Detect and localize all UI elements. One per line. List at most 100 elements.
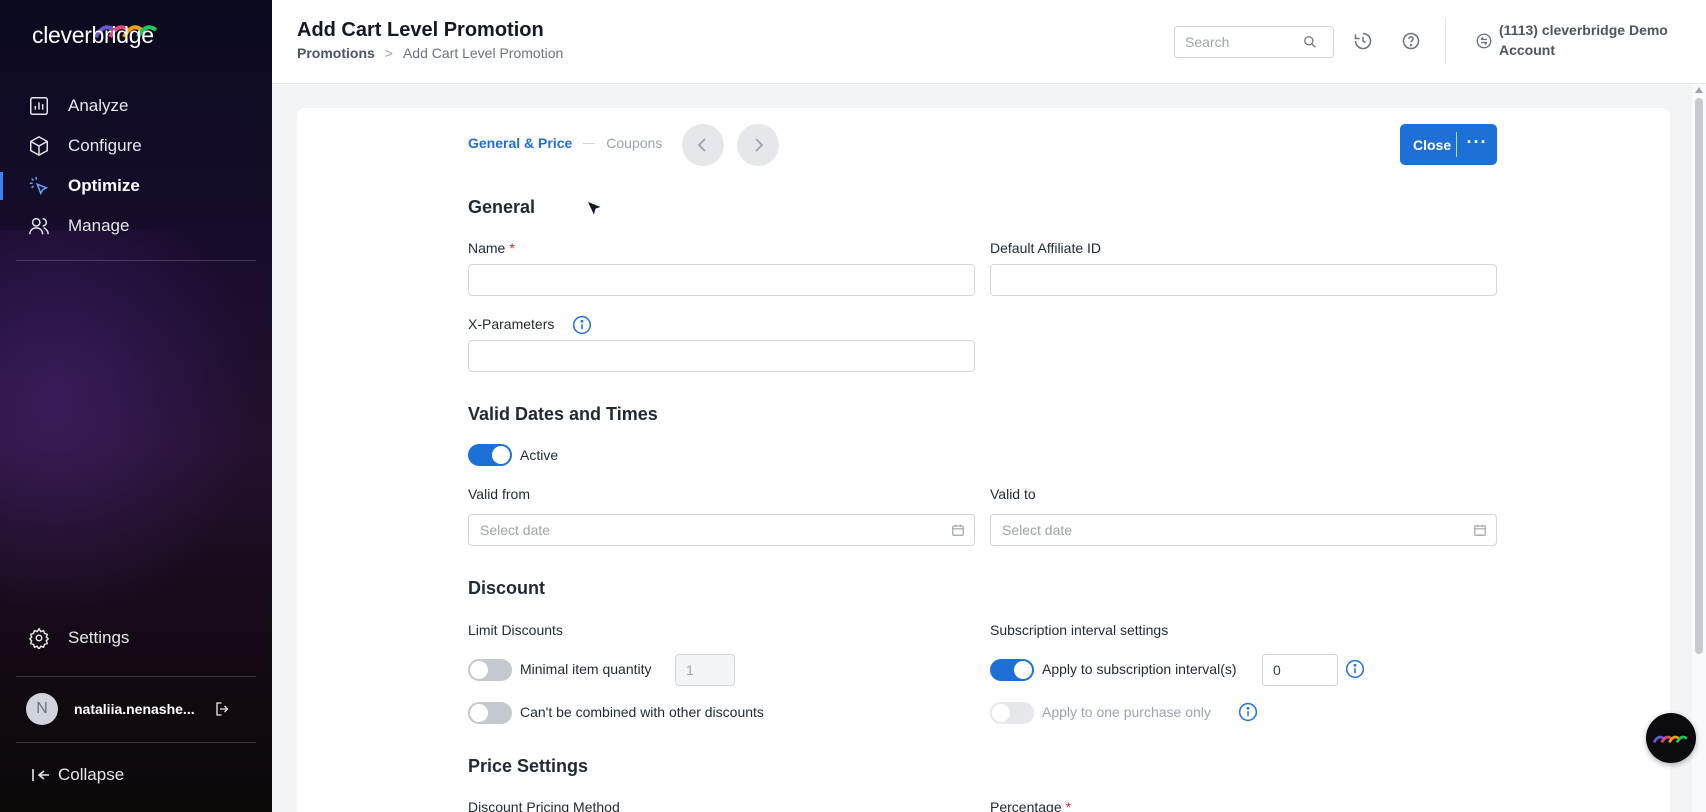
sidebar-item-label: Manage — [68, 216, 130, 235]
more-actions-button[interactable]: ··· — [1457, 133, 1497, 151]
users-icon — [29, 217, 49, 235]
pricing-method-label: Discount Pricing Method — [468, 799, 620, 812]
not-combined-toggle[interactable] — [468, 702, 512, 724]
account-switcher[interactable]: (1113) cleverbridge Demo Account — [1475, 20, 1679, 60]
brand-logo[interactable]: cleverbridge — [32, 22, 154, 49]
breadcrumb-current: Add Cart Level Promotion — [402, 45, 564, 61]
affiliate-field[interactable] — [990, 264, 1497, 296]
name-input[interactable] — [469, 265, 974, 295]
collapse-button[interactable]: Collapse — [32, 765, 124, 785]
page-scrollbar[interactable] — [1692, 84, 1706, 812]
breadcrumb-promotions-link[interactable]: Promotions — [297, 45, 375, 61]
sidebar-item-analyze[interactable]: Analyze — [0, 86, 272, 126]
name-label: Name * — [468, 240, 515, 256]
name-field[interactable] — [468, 264, 975, 296]
required-marker: * — [509, 240, 515, 256]
collapse-label: Collapse — [58, 765, 125, 784]
subscription-settings-label: Subscription interval settings — [990, 622, 1169, 638]
step-general-price[interactable]: General & Price — [468, 135, 572, 151]
valid-to-field[interactable] — [990, 514, 1497, 546]
xparams-label: X-Parameters — [468, 316, 555, 332]
prev-step-button[interactable] — [682, 124, 724, 166]
help-icon[interactable] — [1401, 31, 1421, 51]
collapse-arrow-icon — [32, 769, 49, 781]
limit-discounts-label: Limit Discounts — [468, 622, 563, 638]
percentage-label-text: Percentage — [990, 799, 1062, 812]
percentage-label: Percentage * — [990, 799, 1071, 812]
step-coupons[interactable]: Coupons — [606, 135, 662, 151]
toggle-knob — [992, 704, 1010, 722]
chevron-left-icon — [697, 138, 706, 152]
info-icon[interactable] — [1345, 659, 1365, 679]
sidebar-item-configure[interactable]: Configure — [0, 126, 272, 166]
section-title-price: Price Settings — [468, 756, 589, 776]
chart-icon — [30, 97, 48, 115]
history-icon[interactable] — [1353, 31, 1373, 51]
toggle-knob — [470, 661, 488, 679]
sidebar-divider — [16, 742, 256, 743]
breadcrumb: Promotions > Add Cart Level Promotion — [297, 45, 563, 61]
page-title: Add Cart Level Promotion — [297, 19, 544, 41]
affiliate-input[interactable] — [991, 265, 1496, 295]
close-split-button: Close ··· — [1400, 124, 1497, 165]
valid-from-label: Valid from — [468, 486, 530, 502]
sidebar-item-label: Settings — [68, 628, 130, 647]
assistant-chat-button[interactable] — [1646, 713, 1696, 763]
active-toggle[interactable] — [468, 444, 512, 466]
search-icon[interactable] — [1303, 35, 1317, 49]
search-box[interactable] — [1174, 26, 1334, 58]
sidebar-item-settings[interactable]: Settings — [0, 618, 272, 658]
sidebar-item-manage[interactable]: Manage — [0, 206, 272, 246]
wizard-steps: General & Price Coupons — [468, 135, 662, 151]
sidebar-divider — [16, 260, 256, 261]
apply-interval-toggle[interactable] — [990, 659, 1034, 681]
sparkle-cursor-icon — [29, 176, 49, 196]
valid-to-label: Valid to — [990, 486, 1036, 502]
scroll-thumb[interactable] — [1695, 98, 1703, 654]
header-divider — [1445, 18, 1446, 64]
sidebar-item-optimize[interactable]: Optimize — [0, 166, 272, 206]
valid-to-input[interactable] — [991, 515, 1496, 545]
section-title-discount: Discount — [468, 578, 546, 598]
step-separator — [583, 142, 596, 144]
min-qty-toggle[interactable] — [468, 659, 512, 681]
info-icon[interactable] — [572, 315, 592, 335]
min-qty-input[interactable]: 1 — [675, 654, 735, 686]
sidebar: cleverbridge Analyze Configure Optimize … — [0, 0, 272, 812]
xparams-input[interactable] — [469, 341, 974, 371]
mouse-cursor-icon — [586, 200, 604, 218]
search-input[interactable] — [1185, 34, 1303, 50]
cube-icon — [30, 135, 48, 157]
affiliate-label: Default Affiliate ID — [990, 240, 1102, 256]
user-profile[interactable]: N nataliia.nenashe... — [26, 693, 256, 725]
calendar-icon[interactable] — [951, 523, 965, 537]
active-label: Active — [520, 447, 559, 463]
page-header: Add Cart Level Promotion Promotions > Ad… — [272, 0, 1706, 84]
toggle-knob — [470, 704, 488, 722]
toggle-knob — [492, 446, 510, 464]
chevron-right-icon — [755, 138, 764, 152]
valid-from-field[interactable] — [468, 514, 975, 546]
breadcrumb-separator: > — [384, 45, 393, 61]
next-step-button[interactable] — [737, 124, 779, 166]
calendar-icon[interactable] — [1473, 523, 1487, 537]
user-name: nataliia.nenashe... — [74, 701, 195, 717]
section-title-dates: Valid Dates and Times — [468, 404, 658, 424]
apply-interval-input[interactable]: 0 — [1262, 654, 1338, 686]
xparams-field[interactable] — [468, 340, 975, 372]
valid-from-input[interactable] — [469, 515, 974, 545]
sidebar-item-label: Analyze — [68, 96, 129, 115]
one-purchase-label: Apply to one purchase only — [1042, 704, 1211, 720]
info-icon[interactable] — [1238, 702, 1258, 722]
not-combined-label: Can't be combined with other discounts — [520, 704, 764, 720]
toggle-knob — [1014, 661, 1032, 679]
gear-icon — [28, 627, 50, 649]
one-purchase-toggle[interactable] — [990, 702, 1034, 724]
brand-arcs-icon — [1653, 735, 1688, 744]
account-switch-icon — [1476, 33, 1492, 49]
scroll-up-arrow[interactable] — [1695, 87, 1703, 93]
logout-icon[interactable] — [214, 700, 232, 718]
close-button[interactable]: Close — [1400, 137, 1456, 153]
name-label-text: Name — [468, 240, 506, 256]
account-name: (1113) cleverbridge Demo Account — [1499, 22, 1668, 58]
